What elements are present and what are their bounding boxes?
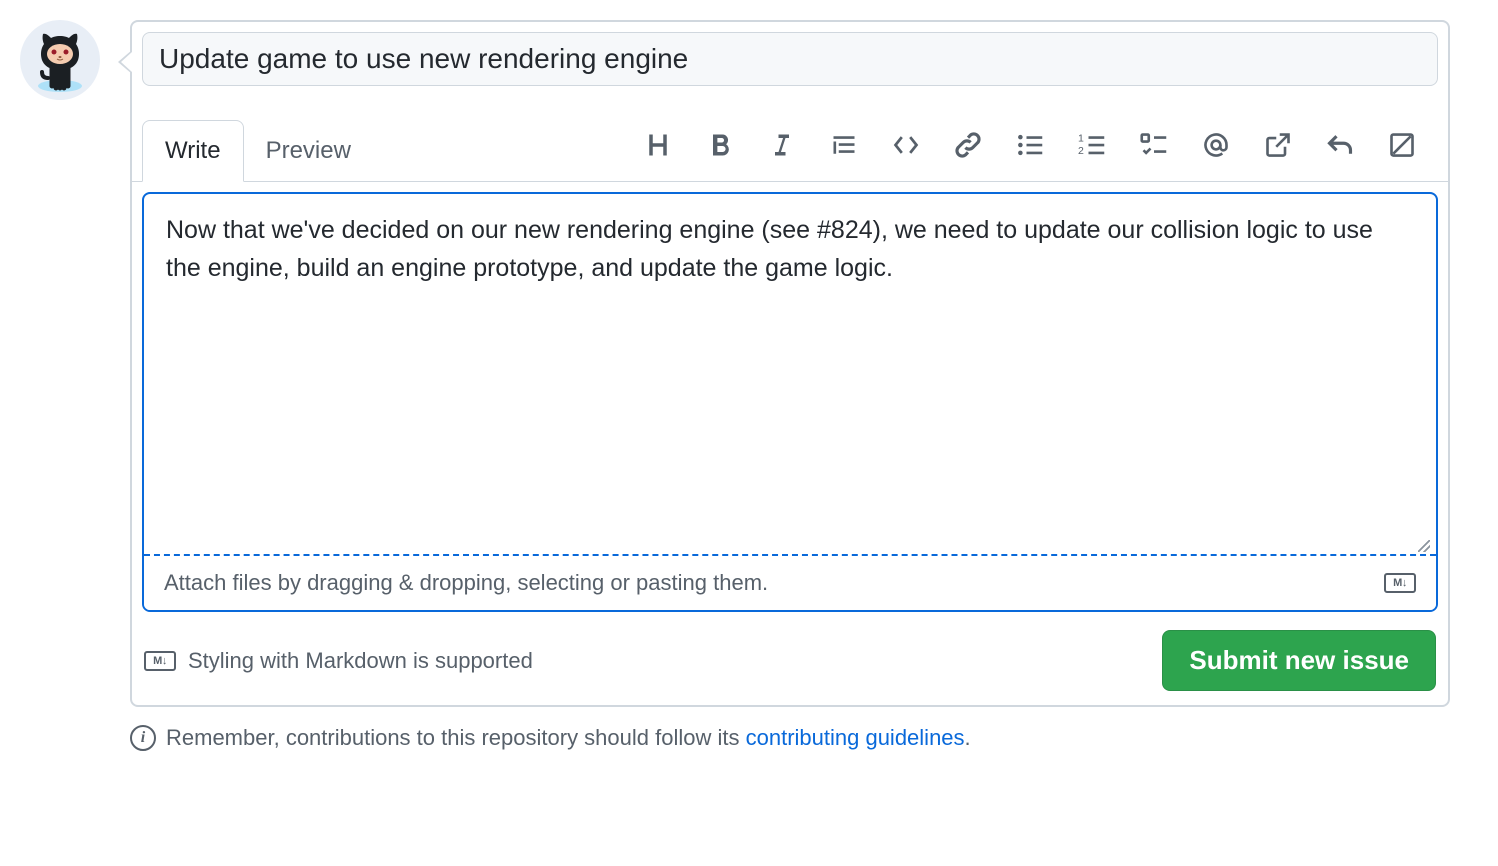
- submit-new-issue-button[interactable]: Submit new issue: [1162, 630, 1436, 691]
- diff-icon[interactable]: [1384, 127, 1420, 163]
- body-area: Now that we've decided on our new render…: [142, 192, 1438, 612]
- attach-row[interactable]: Attach files by dragging & dropping, sel…: [144, 554, 1436, 610]
- heading-icon[interactable]: [640, 127, 676, 163]
- formatting-toolbar: 12: [640, 127, 1438, 175]
- tab-write[interactable]: Write: [142, 120, 244, 182]
- issue-title-input[interactable]: [142, 32, 1438, 86]
- guidelines-prefix: Remember, contributions to this reposito…: [166, 725, 746, 750]
- code-icon[interactable]: [888, 127, 924, 163]
- tab-row: Write Preview: [132, 120, 1448, 182]
- link-icon[interactable]: [950, 127, 986, 163]
- mention-icon[interactable]: [1198, 127, 1234, 163]
- bold-icon[interactable]: [702, 127, 738, 163]
- avatar[interactable]: [20, 20, 100, 100]
- task-list-icon[interactable]: [1136, 127, 1172, 163]
- reply-icon[interactable]: [1322, 127, 1358, 163]
- attach-hint-text: Attach files by dragging & dropping, sel…: [164, 570, 768, 596]
- tab-preview[interactable]: Preview: [244, 121, 373, 181]
- issue-composer: Write Preview: [20, 20, 1450, 707]
- italic-icon[interactable]: [764, 127, 800, 163]
- markdown-badge-icon: M↓: [144, 651, 176, 671]
- guidelines-note: i Remember, contributions to this reposi…: [130, 725, 1478, 751]
- issue-body-input[interactable]: Now that we've decided on our new render…: [144, 194, 1436, 554]
- markdown-support-note[interactable]: M↓ Styling with Markdown is supported: [144, 648, 533, 674]
- svg-text:1: 1: [1078, 132, 1084, 144]
- contributing-guidelines-link[interactable]: contributing guidelines: [746, 725, 965, 750]
- info-icon: i: [130, 725, 156, 751]
- cross-reference-icon[interactable]: [1260, 127, 1296, 163]
- unordered-list-icon[interactable]: [1012, 127, 1048, 163]
- footer-row: M↓ Styling with Markdown is supported Su…: [132, 622, 1448, 705]
- markdown-support-text: Styling with Markdown is supported: [188, 648, 533, 674]
- markdown-badge-icon: M↓: [1384, 573, 1416, 593]
- octocat-icon: [28, 28, 92, 92]
- quote-icon[interactable]: [826, 127, 862, 163]
- ordered-list-icon[interactable]: 12: [1074, 127, 1110, 163]
- svg-text:2: 2: [1078, 144, 1084, 156]
- guidelines-suffix: .: [965, 725, 971, 750]
- composer-box: Write Preview: [130, 20, 1450, 707]
